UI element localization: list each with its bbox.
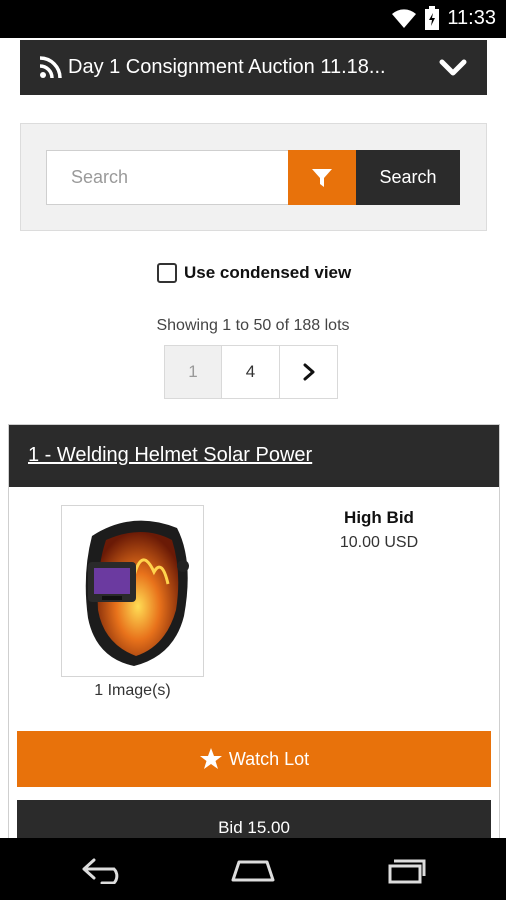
recent-apps-icon[interactable] xyxy=(380,856,428,884)
high-bid-label: High Bid xyxy=(344,508,414,527)
auction-title: Day 1 Consignment Auction 11.18... xyxy=(68,56,386,78)
condensed-view-checkbox[interactable] xyxy=(157,263,177,283)
condensed-view-toggle[interactable]: Use condensed view xyxy=(157,263,351,283)
watch-lot-label: Watch Lot xyxy=(228,748,310,769)
page-4-button[interactable]: 4 xyxy=(222,345,280,399)
rss-icon xyxy=(39,56,62,79)
watch-lot-button[interactable]: Watch Lot xyxy=(17,731,491,787)
battery-icon xyxy=(425,6,440,30)
home-icon[interactable] xyxy=(229,856,277,884)
navigation-bar xyxy=(0,838,506,900)
star-icon xyxy=(199,748,222,769)
high-bid-value: 10.00 USD xyxy=(339,534,419,551)
wifi-icon xyxy=(392,9,417,28)
image-count: 1 Image(s) xyxy=(94,682,171,699)
search-input[interactable] xyxy=(46,150,289,205)
search-panel: Search xyxy=(20,123,487,231)
filter-button[interactable] xyxy=(288,150,356,205)
search-button[interactable]: Search xyxy=(356,150,460,205)
chevron-right-icon xyxy=(303,363,314,381)
results-summary: Showing 1 to 50 of 188 lots xyxy=(156,317,350,334)
condensed-view-label[interactable]: Use condensed view xyxy=(184,263,351,283)
lot-card: 1 - Welding Helmet Solar Power 1 Image(s… xyxy=(8,424,500,856)
lot-thumbnail[interactable] xyxy=(61,505,204,677)
pagination: 1 4 xyxy=(164,345,338,399)
chevron-down-icon[interactable] xyxy=(439,57,467,79)
auction-selector[interactable]: Day 1 Consignment Auction 11.18... xyxy=(20,40,487,95)
filter-icon xyxy=(312,169,332,187)
page-1-button[interactable]: 1 xyxy=(164,345,222,399)
lot-header: 1 - Welding Helmet Solar Power xyxy=(9,425,499,487)
status-bar: 11:33 xyxy=(0,0,506,38)
welding-helmet-image xyxy=(85,520,189,666)
next-page-button[interactable] xyxy=(280,345,338,399)
clock: 11:33 xyxy=(447,7,496,29)
back-icon[interactable] xyxy=(80,856,128,884)
lot-title-link[interactable]: 1 - Welding Helmet Solar Power xyxy=(28,444,312,467)
